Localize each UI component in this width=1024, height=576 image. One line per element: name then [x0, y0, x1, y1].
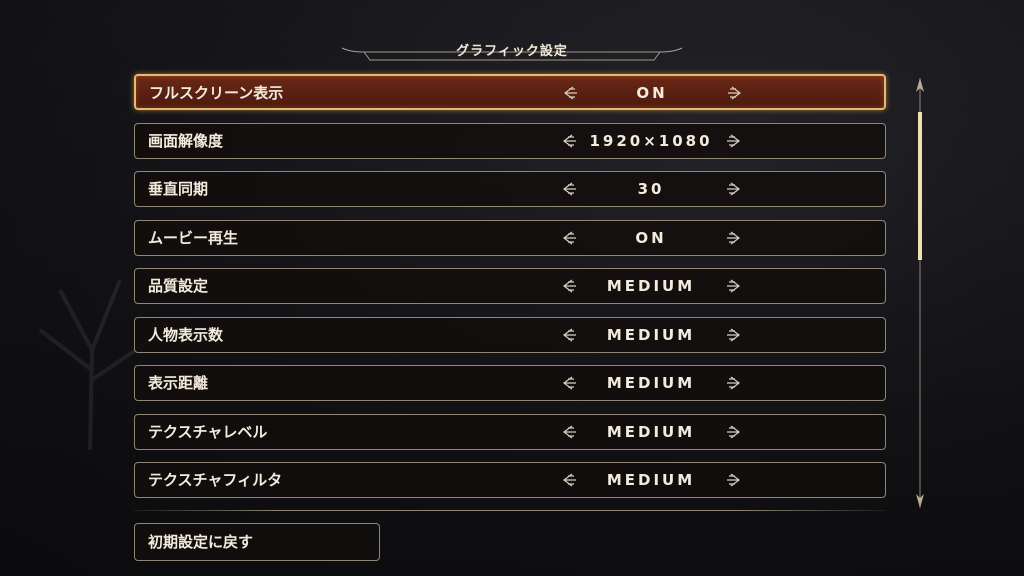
setting-value: MEDIUM [606, 471, 696, 489]
arrow-right-icon[interactable] [725, 132, 743, 150]
setting-row-resolution[interactable]: 画面解像度 1920×1080 [134, 123, 886, 159]
arrow-right-icon[interactable] [725, 180, 743, 198]
setting-label: 垂直同期 [148, 180, 209, 198]
setting-value: MEDIUM [606, 326, 696, 344]
setting-value: ON [636, 84, 668, 102]
setting-value: 30 [637, 180, 665, 198]
arrow-right-icon[interactable] [725, 326, 743, 344]
setting-value: MEDIUM [606, 277, 696, 295]
setting-value: 1920×1080 [589, 132, 713, 150]
arrow-right-icon[interactable] [725, 277, 743, 295]
setting-row-fullscreen[interactable]: フルスクリーン表示 ON [134, 74, 886, 110]
setting-row-texture-level[interactable]: テクスチャレベル MEDIUM [134, 414, 886, 450]
setting-label: テクスチャレベル [148, 423, 268, 441]
setting-row-texture-filter[interactable]: テクスチャフィルタ MEDIUM [134, 462, 886, 498]
setting-row-quality[interactable]: 品質設定 MEDIUM [134, 268, 886, 304]
arrow-left-icon[interactable] [560, 374, 578, 392]
setting-label: フルスクリーン表示 [149, 84, 284, 102]
page-title: グラフィック設定 [456, 44, 568, 59]
arrow-right-icon[interactable] [725, 229, 743, 247]
arrow-left-icon[interactable] [561, 84, 579, 102]
arrow-left-icon[interactable] [560, 277, 578, 295]
arrow-left-icon[interactable] [560, 326, 578, 344]
arrow-left-icon[interactable] [560, 423, 578, 441]
menu-header: グラフィック設定 [340, 38, 684, 66]
setting-row-vsync[interactable]: 垂直同期 30 [134, 171, 886, 207]
setting-label: テクスチャフィルタ [148, 471, 283, 489]
scrollbar[interactable] [910, 78, 930, 508]
arrow-left-icon[interactable] [560, 132, 578, 150]
arrow-right-icon[interactable] [726, 84, 744, 102]
reset-defaults-button[interactable]: 初期設定に戻す [134, 523, 380, 561]
setting-label: ムービー再生 [148, 229, 239, 247]
arrow-left-icon[interactable] [560, 180, 578, 198]
setting-row-movie-playback[interactable]: ムービー再生 ON [134, 220, 886, 256]
setting-label: 品質設定 [148, 277, 209, 295]
arrow-right-icon[interactable] [725, 374, 743, 392]
arrow-left-icon[interactable] [560, 229, 578, 247]
setting-value: MEDIUM [606, 374, 696, 392]
arrow-right-icon[interactable] [725, 423, 743, 441]
arrow-left-icon[interactable] [560, 471, 578, 489]
scrollbar-thumb [918, 112, 922, 260]
setting-label: 表示距離 [148, 374, 209, 392]
divider [134, 510, 886, 511]
setting-value: MEDIUM [606, 423, 696, 441]
setting-row-character-count[interactable]: 人物表示数 MEDIUM [134, 317, 886, 353]
setting-row-draw-distance[interactable]: 表示距離 MEDIUM [134, 365, 886, 401]
reset-defaults-label: 初期設定に戻す [148, 533, 254, 551]
arrow-right-icon[interactable] [725, 471, 743, 489]
setting-label: 画面解像度 [148, 132, 224, 150]
setting-label: 人物表示数 [148, 326, 224, 344]
setting-value: ON [635, 229, 667, 247]
